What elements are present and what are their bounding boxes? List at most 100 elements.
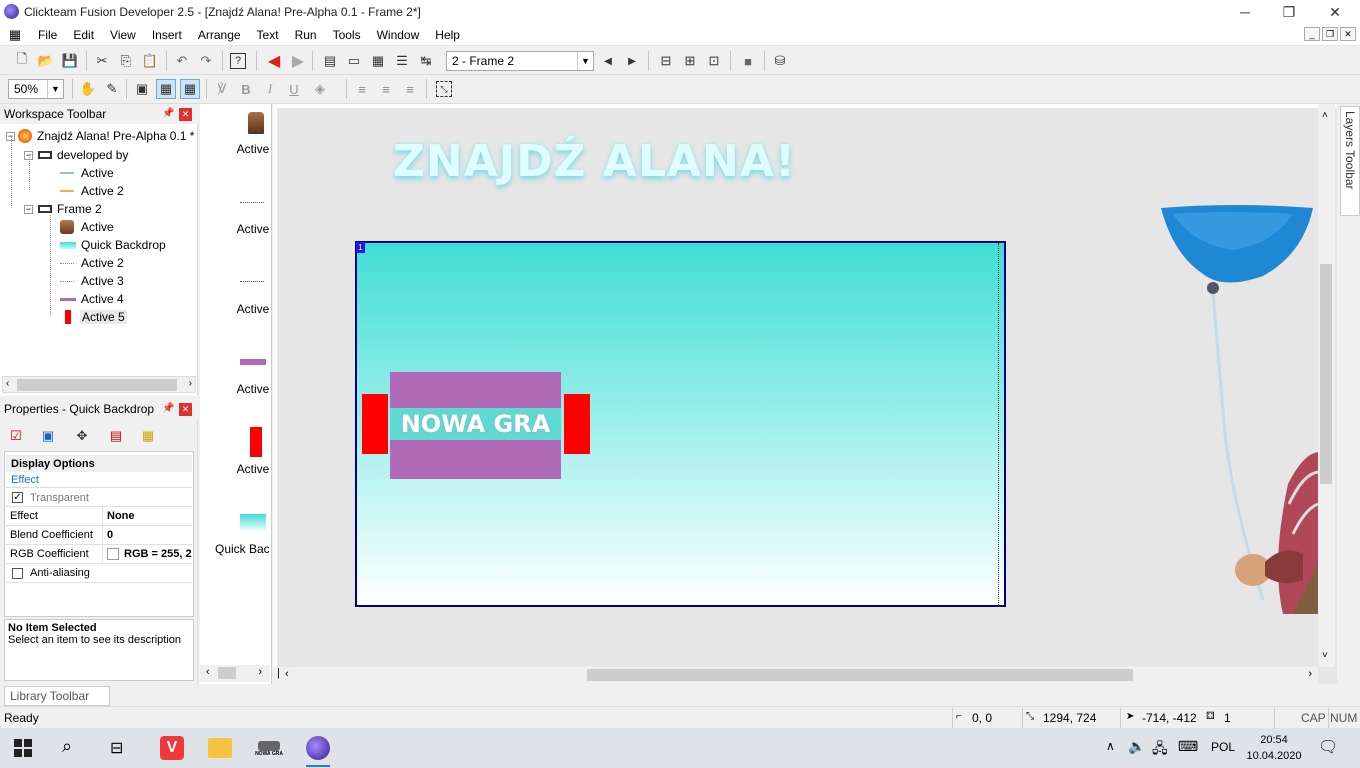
- red-block-thumb[interactable]: [250, 427, 262, 457]
- property-row-blend[interactable]: Blend Coefficient 0: [6, 526, 192, 545]
- italic-icon[interactable]: I: [260, 79, 280, 99]
- editor-hscroll[interactable]: | ‹ ›: [273, 667, 1318, 684]
- event-editor-icon[interactable]: ▦: [368, 51, 388, 71]
- antialiasing-checkbox[interactable]: [12, 567, 23, 579]
- menu-file[interactable]: File: [30, 28, 65, 42]
- purple-bar-thumb[interactable]: [240, 359, 266, 365]
- active-alan-thumb[interactable]: [248, 112, 264, 134]
- stop-icon[interactable]: ■: [738, 51, 758, 71]
- tree-item-quick-backdrop[interactable]: Quick Backdrop: [60, 236, 166, 254]
- mdi-minimize-button[interactable]: _: [1304, 27, 1320, 41]
- help-icon[interactable]: ?: [230, 53, 246, 69]
- bold-icon[interactable]: B: [236, 79, 256, 99]
- pin-icon[interactable]: 📌: [162, 108, 174, 119]
- pin-icon[interactable]: 📌: [162, 403, 174, 414]
- size-position-tab-icon[interactable]: ✥: [72, 426, 92, 446]
- copy-icon[interactable]: ⎘: [116, 51, 136, 71]
- language-indicator[interactable]: POL: [1211, 740, 1235, 754]
- editor-vscroll[interactable]: ˄ ˅: [1318, 104, 1335, 667]
- run-application-icon[interactable]: ⊞: [680, 51, 700, 71]
- tree-item-active-2[interactable]: Active 2: [60, 182, 124, 200]
- menu-insert[interactable]: Insert: [144, 28, 190, 42]
- active-dots-thumb[interactable]: [240, 202, 264, 204]
- fill-color-icon[interactable]: ◈: [310, 79, 330, 99]
- font-icon[interactable]: ℣: [212, 79, 232, 99]
- restore-button[interactable]: ❐: [1266, 0, 1312, 24]
- underline-icon[interactable]: U: [284, 79, 304, 99]
- game-app-icon[interactable]: NOWA GRA: [252, 732, 286, 766]
- prev-frame-icon[interactable]: ◀: [598, 51, 618, 71]
- chevron-up-icon[interactable]: ∧: [1106, 739, 1115, 753]
- frame-editor-icon[interactable]: ▭: [344, 51, 364, 71]
- align-center-icon[interactable]: ≡: [376, 79, 396, 99]
- zoom-select[interactable]: 50% ▼: [8, 79, 64, 99]
- resize-frame-icon[interactable]: ⤡: [436, 81, 452, 97]
- task-view-icon[interactable]: ⊟: [110, 738, 123, 758]
- tree-item-active-5[interactable]: Active 5: [60, 308, 127, 326]
- run-frame-icon[interactable]: ⊟: [656, 51, 676, 71]
- library-item-label[interactable]: Quick Bac: [210, 542, 280, 556]
- speaker-icon[interactable]: 🔈: [1128, 738, 1145, 755]
- close-icon[interactable]: ✕: [179, 108, 192, 121]
- menu-tools[interactable]: Tools: [325, 28, 369, 42]
- keyboard-icon[interactable]: ⌨: [1178, 738, 1198, 755]
- hand-tool-icon[interactable]: ✋: [78, 79, 98, 99]
- search-icon[interactable]: ⌕: [62, 736, 72, 757]
- menu-help[interactable]: Help: [427, 28, 468, 42]
- tree-item-active-3[interactable]: Active 3: [60, 272, 124, 290]
- align-right-icon[interactable]: ≡: [400, 79, 420, 99]
- menu-window[interactable]: Window: [369, 28, 428, 42]
- display-tab-icon[interactable]: ▣: [38, 426, 58, 446]
- runtime-tab-icon[interactable]: ▤: [106, 426, 126, 446]
- run-project-icon[interactable]: ⊡: [704, 51, 724, 71]
- layers-toolbar-tab[interactable]: Layers Toolbar: [1340, 106, 1360, 216]
- align-left-icon[interactable]: ≡: [352, 79, 372, 99]
- workspace-hscroll[interactable]: ‹ ›: [2, 376, 196, 393]
- color-swatch[interactable]: [107, 548, 119, 560]
- save-icon[interactable]: 💾: [60, 51, 80, 71]
- network-icon[interactable]: 🖧: [1152, 738, 1168, 762]
- property-value[interactable]: RGB = 255, 2: [102, 545, 192, 563]
- storyboard-icon[interactable]: ▤: [320, 51, 340, 71]
- close-button[interactable]: ✕: [1312, 0, 1358, 24]
- file-explorer-icon[interactable]: [208, 738, 232, 758]
- tree-item-app[interactable]: − Znajdź Alana! Pre-Alpha 0.1 *: [6, 127, 194, 145]
- antialiasing-row[interactable]: Anti-aliasing: [6, 564, 192, 583]
- windows-start-icon[interactable]: [14, 739, 32, 757]
- frame-select[interactable]: 2 - Frame 2 ▼: [446, 51, 594, 71]
- property-row-effect[interactable]: Effect None: [6, 507, 192, 526]
- left-red-block[interactable]: [362, 394, 388, 454]
- tree-item-active[interactable]: Active: [60, 164, 114, 182]
- property-value[interactable]: 0: [102, 526, 113, 544]
- redo-icon[interactable]: ↷: [196, 51, 216, 71]
- property-row-rgb[interactable]: RGB Coefficient RGB = 255, 2: [6, 545, 192, 564]
- close-icon[interactable]: ✕: [179, 403, 192, 416]
- menu-run[interactable]: Run: [287, 28, 325, 42]
- tree-item-frame2-active[interactable]: Active: [60, 218, 114, 236]
- transparent-checkbox[interactable]: ✓: [12, 492, 23, 503]
- quick-backdrop-thumb[interactable]: [240, 514, 266, 530]
- new-game-button[interactable]: NOWA GRA: [390, 372, 561, 479]
- clock[interactable]: 20:54 10.04.2020: [1246, 732, 1302, 764]
- menu-arrange[interactable]: Arrange: [190, 28, 249, 42]
- settings-tab-icon[interactable]: ☑: [6, 426, 26, 446]
- play-area[interactable]: 1 NOWA GRA: [355, 241, 1006, 607]
- mdi-restore-button[interactable]: ❐: [1322, 27, 1338, 41]
- about-tab-icon[interactable]: ▦: [138, 426, 158, 446]
- tree-item-active-4[interactable]: Active 4: [60, 290, 124, 308]
- snap-icon[interactable]: ▦: [180, 79, 200, 99]
- right-red-block[interactable]: [564, 394, 590, 454]
- cut-icon[interactable]: ✂: [92, 51, 112, 71]
- edit-tool-icon[interactable]: ✎: [102, 79, 122, 99]
- tree-item-frame-developed-by[interactable]: − developed by: [24, 146, 128, 164]
- transparent-row[interactable]: ✓ Transparent: [6, 489, 192, 507]
- library-toolbar-tab[interactable]: Library Toolbar: [4, 686, 110, 706]
- data-elements-icon[interactable]: ↹: [416, 51, 436, 71]
- new-icon[interactable]: 🗋: [12, 51, 32, 71]
- active-dots-thumb[interactable]: [240, 281, 264, 283]
- tree-item-frame2-active-2[interactable]: Active 2: [60, 254, 124, 272]
- balloon-boy-sprite[interactable]: [1153, 204, 1323, 614]
- property-value[interactable]: None: [102, 507, 135, 525]
- show-rulers-icon[interactable]: ▣: [132, 79, 152, 99]
- menu-edit[interactable]: Edit: [65, 28, 102, 42]
